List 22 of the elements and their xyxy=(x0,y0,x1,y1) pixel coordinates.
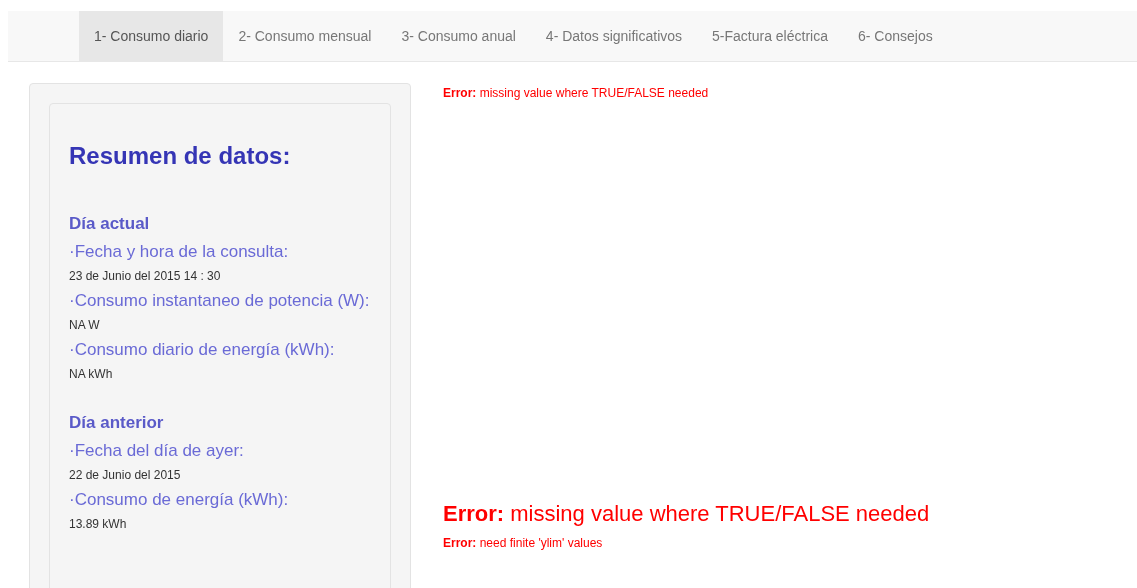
field-label: ·Fecha y hora de la consulta: xyxy=(69,242,290,261)
field-label: ·Consumo diario de energía (kWh): xyxy=(69,340,336,359)
nav-tab[interactable]: 2- Consumo mensual xyxy=(223,11,387,61)
field-value: NA kWh xyxy=(69,367,114,381)
field-value: 23 de Junio del 2015 14 : 30 xyxy=(69,269,222,283)
nav-tab[interactable]: 1- Consumo diario xyxy=(79,11,224,61)
error-message: Error: missing value where TRUE/FALSE needed xyxy=(443,501,930,527)
section-heading: Día anterior xyxy=(69,413,165,433)
error-message: Error: need finite 'ylim' values xyxy=(443,535,604,551)
nav-tab[interactable]: 5-Factura eléctrica xyxy=(697,11,843,61)
field-label: ·Consumo instantaneo de potencia (W): xyxy=(69,291,371,310)
error-message: Error: missing value where TRUE/FALSE needed xyxy=(443,85,710,101)
field-value: 13.89 kWh xyxy=(69,517,128,531)
field-label: ·Fecha del día de ayer: xyxy=(69,441,245,460)
field-value: 22 de Junio del 2015 xyxy=(69,468,182,482)
field-value: NA W xyxy=(69,318,101,332)
field-label: ·Consumo de energía (kWh): xyxy=(69,490,290,509)
summary-title: Resumen de datos: xyxy=(69,142,292,170)
nav-tab[interactable]: 4- Datos significativos xyxy=(530,11,698,61)
nav-tab[interactable]: 3- Consumo anual xyxy=(386,11,531,61)
section-heading: Día actual xyxy=(69,214,151,234)
nav-tab[interactable]: 6- Consejos xyxy=(842,11,948,61)
